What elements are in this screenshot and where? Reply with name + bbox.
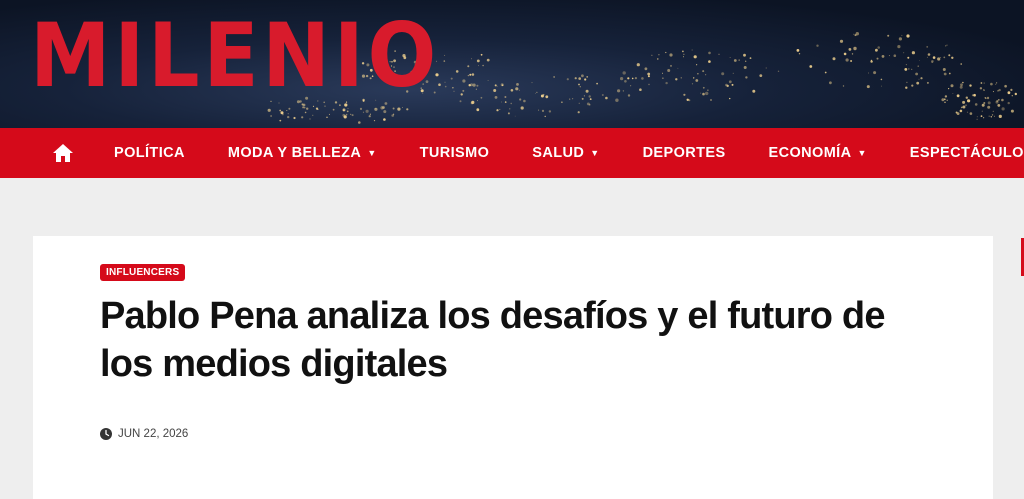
site-header: MILENIO — [0, 0, 1024, 128]
chevron-down-icon: ▼ — [367, 148, 377, 158]
nav-item-economia[interactable]: ECONOMÍA ▼ — [769, 145, 867, 161]
nav-item-label: ECONOMÍA — [768, 145, 852, 161]
article-title[interactable]: Pablo Pena analiza los desafíos y el fut… — [100, 292, 920, 388]
article-card: INFLUENCERS Pablo Pena analiza los desaf… — [33, 236, 993, 499]
nav-item-turismo[interactable]: TURISMO — [420, 145, 490, 161]
home-button[interactable] — [52, 141, 74, 165]
main-nav: POLÍTICA MODA Y BELLEZA ▼ TURISMO SALUD … — [0, 128, 1024, 178]
home-icon — [53, 144, 73, 162]
chevron-down-icon: ▼ — [590, 148, 600, 158]
nav-item-label: POLÍTICA — [114, 145, 185, 161]
clock-icon — [100, 428, 112, 440]
category-badge[interactable]: INFLUENCERS — [100, 264, 186, 281]
nav-item-moda-y-belleza[interactable]: MODA Y BELLEZA ▼ — [228, 145, 377, 161]
nav-item-politica[interactable]: POLÍTICA — [114, 145, 185, 161]
nav-item-label: MODA Y BELLEZA — [227, 145, 362, 161]
nav-item-label: TURISMO — [419, 145, 490, 161]
chevron-down-icon: ▼ — [857, 148, 867, 158]
article-date[interactable]: JUN 22, 2026 — [118, 428, 188, 440]
article-meta: JUN 22, 2026 — [100, 428, 188, 440]
nav-item-deportes[interactable]: DEPORTES — [643, 145, 726, 161]
nav-item-label: SALUD — [532, 145, 585, 161]
nav-item-espectaculos[interactable]: ESPECTÁCULOS — [910, 145, 1024, 161]
nav-item-salud[interactable]: SALUD ▼ — [532, 145, 599, 161]
nav-item-label: ESPECTÁCULOS — [909, 145, 1024, 161]
nav-item-label: DEPORTES — [642, 145, 726, 161]
site-logo[interactable]: MILENIO — [30, 12, 440, 100]
